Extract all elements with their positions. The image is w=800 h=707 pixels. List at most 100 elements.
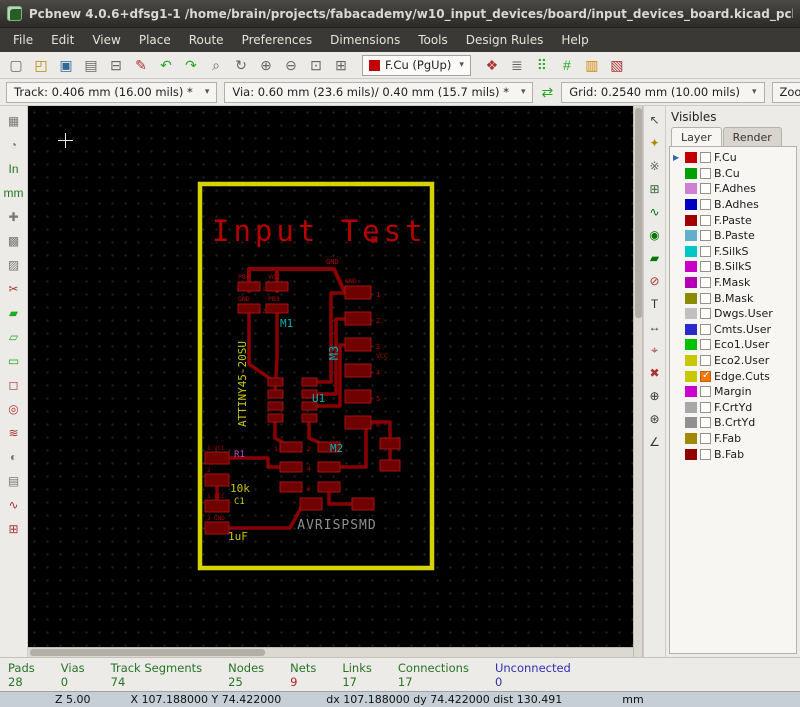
grid-toggle-icon[interactable]: ▦ [2,109,26,132]
save-board-icon[interactable]: ▣ [54,54,78,77]
layer-visibility-checkbox[interactable] [700,214,711,226]
high-contrast-icon[interactable]: ◐ [2,445,26,468]
track-width-combo[interactable]: Track: 0.406 mm (16.00 mils) * ▾ [6,81,218,103]
drill-origin-icon[interactable]: ⊕ [645,385,665,406]
route-track-icon[interactable]: ∿ [645,201,665,222]
layer-color-swatch[interactable] [685,432,697,444]
layer-color-swatch[interactable] [685,183,697,195]
microwave-tools-icon[interactable]: ∿ [2,493,26,516]
grid-origin-icon[interactable]: ⊛ [645,408,665,429]
layer-color-swatch[interactable] [685,230,697,242]
layer-visibility-checkbox[interactable] [700,261,711,273]
layer-visibility-checkbox[interactable] [700,401,711,413]
layer-color-swatch[interactable] [685,401,697,413]
local-ratsnest-icon[interactable]: ※ [645,155,665,176]
layer-row[interactable]: ▶ F.CrtYd [672,400,794,416]
layer-visibility-checkbox[interactable] [700,277,711,289]
layer-visibility-checkbox[interactable] [700,355,711,367]
vertical-scrollbar[interactable] [633,106,643,657]
layer-visibility-checkbox[interactable] [700,245,711,257]
grid-axes-icon[interactable]: # [555,54,579,77]
layer-row[interactable]: ▶ B.Cu [672,166,794,182]
layer-color-swatch[interactable] [685,292,697,304]
layer-visibility-checkbox[interactable] [700,339,711,351]
layer-color-swatch[interactable] [685,339,697,351]
layer-color-swatch[interactable] [685,355,697,367]
menu-item[interactable]: Preferences [233,29,322,51]
auto-track-width-icon[interactable]: ⇄ [540,81,554,104]
print-icon[interactable]: ⊟ [104,54,128,77]
plot-icon[interactable]: ✎ [129,54,153,77]
layer-color-swatch[interactable] [685,261,697,273]
footprint-mode-icon[interactable]: ▥ [580,54,604,77]
menu-item[interactable]: File [4,29,42,51]
layer-row[interactable]: ▶ Cmts.User [672,322,794,338]
menu-item[interactable]: Help [552,29,597,51]
layer-row[interactable]: ▶ B.Fab [672,446,794,462]
window-titlebar[interactable]: Pcbnew 4.0.6+dfsg1-1 /home/brain/project… [0,0,800,28]
add-keepout-icon[interactable]: ⊘ [645,270,665,291]
tab-render[interactable]: Render [722,127,782,146]
layer-visibility-checkbox[interactable] [700,323,711,335]
layer-visibility-checkbox[interactable] [700,199,711,211]
read-netlist-icon[interactable]: ≣ [505,54,529,77]
layer-visibility-checkbox[interactable] [700,152,711,164]
redo-icon[interactable]: ↷ [179,54,203,77]
zoom-out-icon[interactable]: ⊖ [279,54,303,77]
layer-row[interactable]: ▶ Eco2.User [672,353,794,369]
board-ratsnest-icon[interactable]: ▩ [2,229,26,252]
layer-row[interactable]: ▶ B.Paste [672,228,794,244]
layer-visibility-checkbox[interactable] [700,417,711,429]
layer-color-swatch[interactable] [685,199,697,211]
layer-row[interactable]: ▶ F.Cu [672,150,794,166]
layer-row[interactable]: ▶ F.SilkS [672,244,794,260]
menu-item[interactable]: Tools [409,29,457,51]
layer-color-swatch[interactable] [685,152,697,164]
add-footprint-icon[interactable]: ⊞ [645,178,665,199]
open-board-icon[interactable]: ◰ [29,54,53,77]
add-dimension-icon[interactable]: ↔ [645,316,665,337]
zones-sketch-icon[interactable]: ▱ [2,325,26,348]
layer-select-combo[interactable]: F.Cu (PgUp) ▾ [362,54,471,76]
layer-color-swatch[interactable] [685,323,697,335]
layer-visibility-checkbox[interactable] [700,308,711,320]
vias-sketch-icon[interactable]: ◎ [2,397,26,420]
layer-visibility-checkbox[interactable] [700,448,711,460]
layer-row[interactable]: ▶ Eco1.User [672,337,794,353]
menu-item[interactable]: Dimensions [321,29,409,51]
module-ratsnest-icon[interactable]: ▨ [2,253,26,276]
zoom-selection-icon[interactable]: ⊞ [329,54,353,77]
grid-dots-icon[interactable]: ⠿ [530,54,554,77]
menu-item[interactable]: Edit [42,29,83,51]
highlight-net-icon[interactable]: ✦ [645,132,665,153]
layer-color-swatch[interactable] [685,370,697,382]
layer-color-swatch[interactable] [685,167,697,179]
measure-icon[interactable]: ∠ [645,431,665,452]
undo-icon[interactable]: ↶ [154,54,178,77]
find-icon[interactable]: ⌕ [204,54,228,77]
new-board-icon[interactable]: ▢ [4,54,28,77]
layer-row[interactable]: ▶ B.Mask [672,290,794,306]
layer-color-swatch[interactable] [685,308,697,320]
layer-color-swatch[interactable] [685,386,697,398]
cursor-shape-icon[interactable]: ✚ [2,205,26,228]
units-inch-icon[interactable]: In [2,157,26,180]
redraw-icon[interactable]: ↻ [229,54,253,77]
layer-row[interactable]: ▶ B.Adhes [672,197,794,213]
layer-row[interactable]: ▶ Edge.Cuts [672,368,794,384]
polar-coords-icon[interactable]: ◔ [2,133,26,156]
layer-visibility-checkbox[interactable] [700,370,711,382]
add-target-icon[interactable]: ⌖ [645,339,665,360]
horizontal-scrollbar[interactable] [28,647,633,657]
page-settings-icon[interactable]: ▤ [79,54,103,77]
tracks-sketch-icon[interactable]: ≋ [2,421,26,444]
track-mode-icon[interactable]: ▧ [605,54,629,77]
menu-item[interactable]: Place [130,29,180,51]
layer-row[interactable]: ▶ B.CrtYd [672,415,794,431]
layer-visibility-checkbox[interactable] [700,167,711,179]
layer-color-swatch[interactable] [685,448,697,460]
extra-display-icon[interactable]: ⊞ [2,517,26,540]
layer-color-swatch[interactable] [685,245,697,257]
layer-visibility-checkbox[interactable] [700,432,711,444]
select-tool-icon[interactable]: ↖ [645,109,665,130]
